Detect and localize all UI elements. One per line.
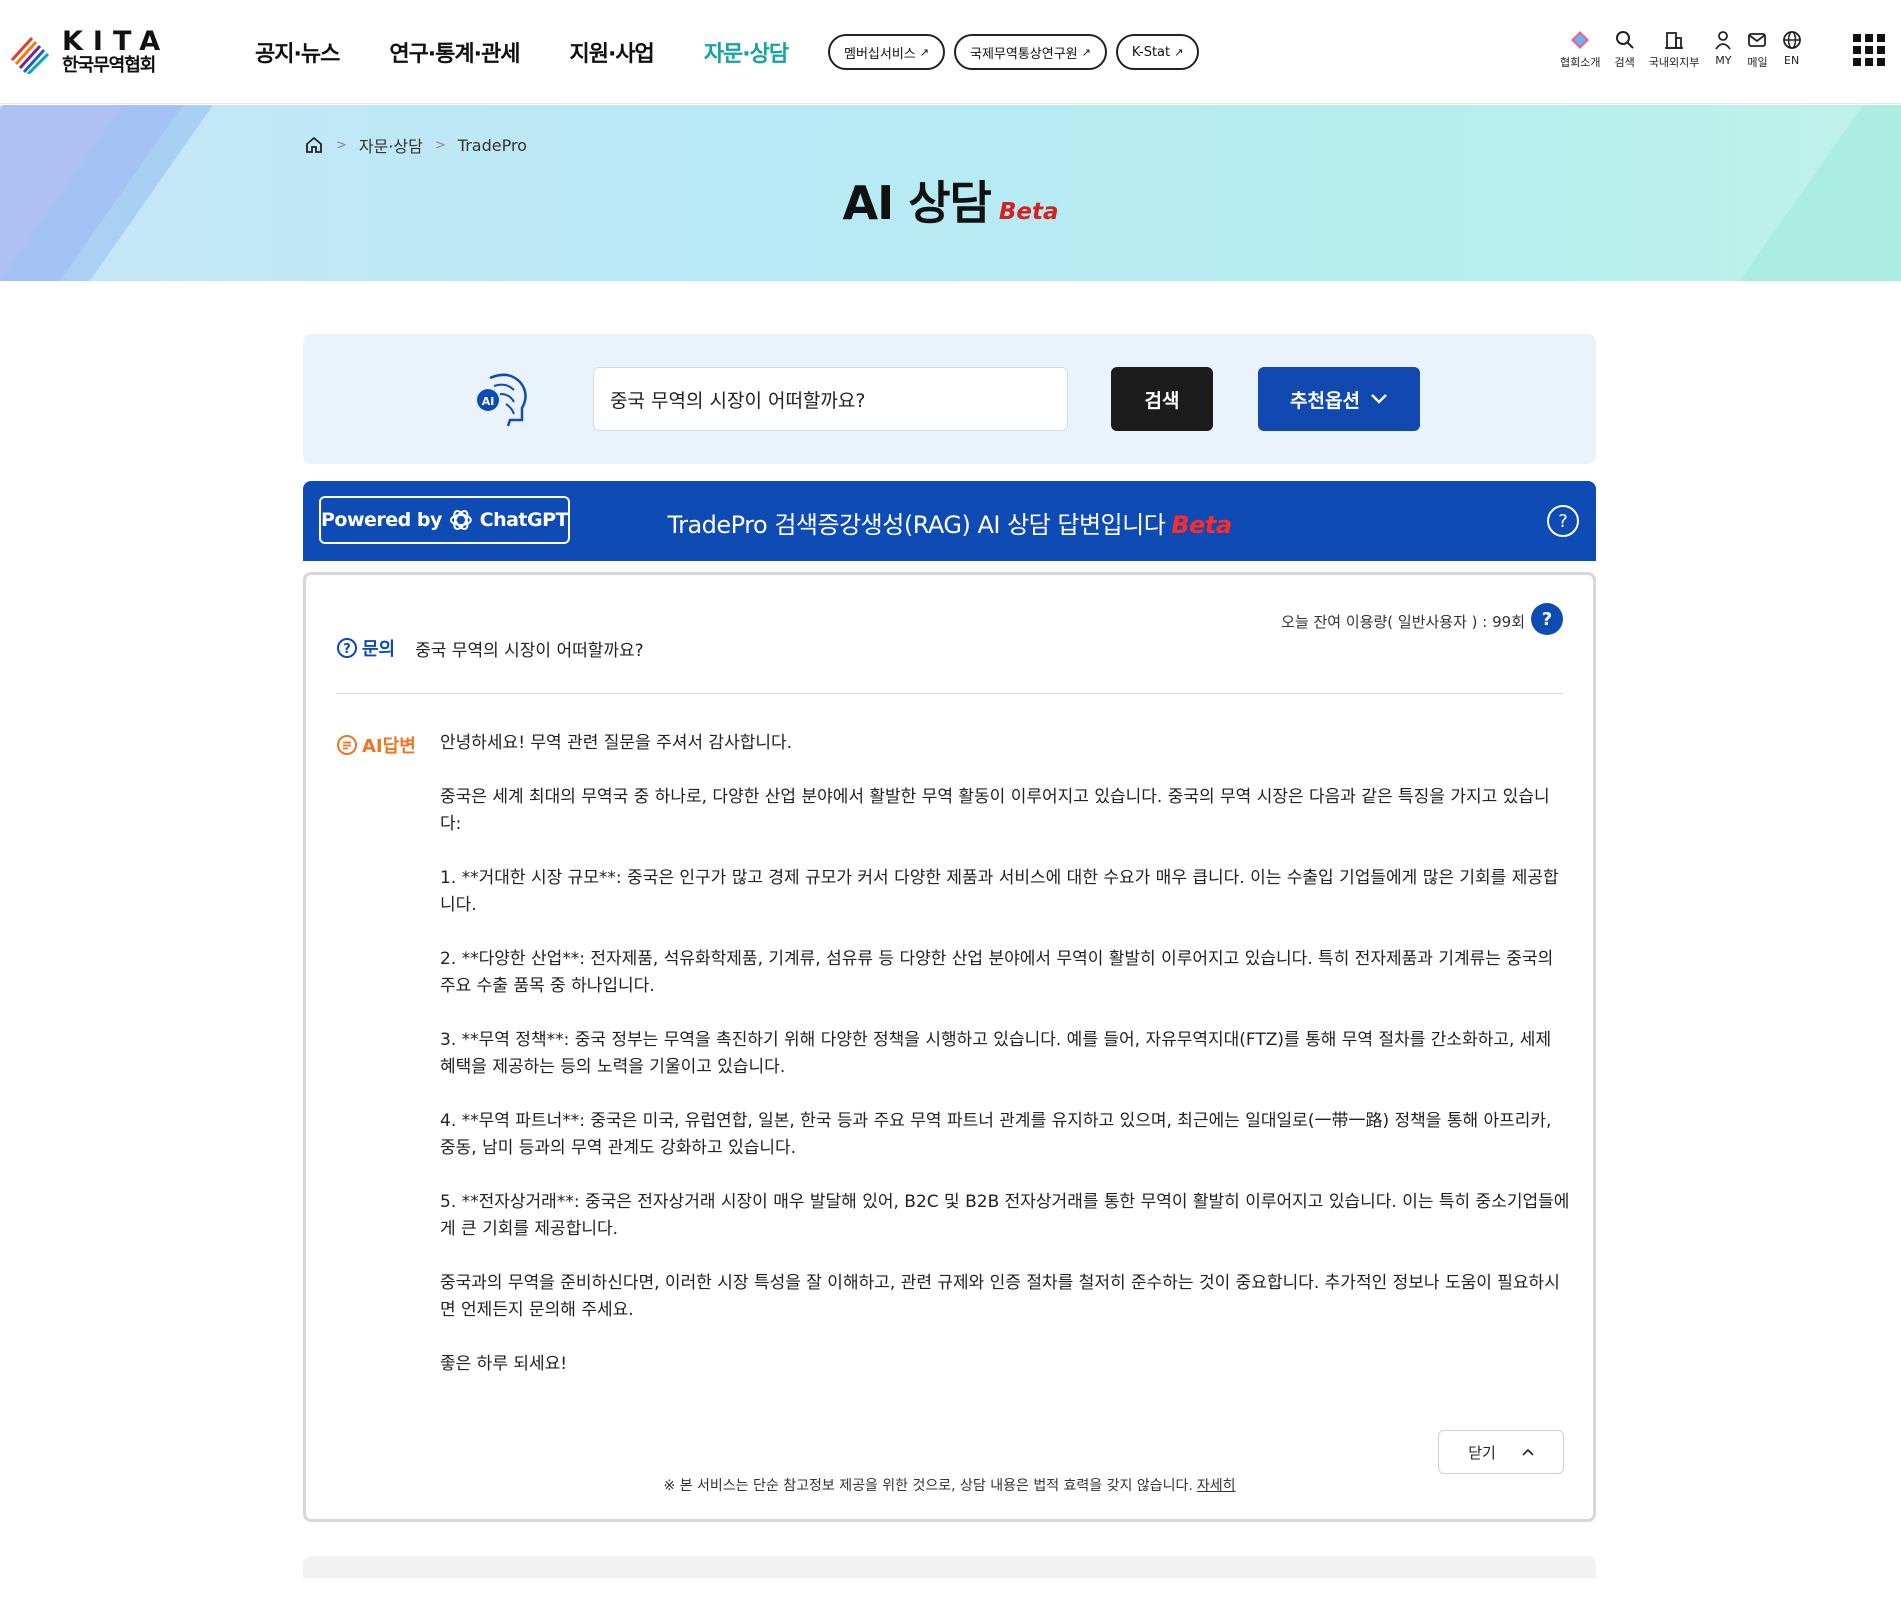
ai-search-panel: AI 검색 추천옵션 [303, 334, 1596, 464]
answer-paragraph: 중국과의 무역을 준비하신다면, 이러한 시장 특성을 잘 이해하고, 관련 규… [440, 1273, 1560, 1320]
util-my-label: MY [1715, 54, 1732, 67]
util-mail-label: 메일 [1747, 56, 1768, 69]
main-navigation: 공지·뉴스 연구·통계·관세 지원·사업 자문·상담 [255, 36, 789, 68]
answer-paragraph: 5. **전자상거래**: 중국은 전자상거래 시장이 매우 발달해 있어, B… [440, 1192, 1570, 1239]
search-button-label: 검색 [1144, 389, 1180, 412]
util-mail[interactable]: 메일 [1747, 30, 1768, 70]
answer-paragraph: 좋은 하루 되세요! [440, 1354, 568, 1374]
breadcrumb-separator-icon: > [434, 137, 446, 153]
globe-icon [1782, 31, 1801, 49]
kita-logo-mark-icon [10, 36, 50, 74]
kita-diamond-icon [1571, 31, 1590, 49]
util-about-label: 협회소개 [1560, 56, 1601, 69]
nav-research-stats[interactable]: 연구·통계·관세 [389, 36, 520, 68]
breadcrumb-separator-icon: > [336, 137, 347, 153]
user-icon [1715, 31, 1732, 50]
mail-icon [1748, 33, 1767, 47]
banner-title-text: TradePro 검색증강생성(RAG) AI 상담 답변입니다 [667, 511, 1166, 539]
breadcrumb-consulting[interactable]: 자문·상담 [359, 133, 423, 157]
usage-help-icon[interactable]: ? [1531, 603, 1563, 635]
svg-text:AI: AI [482, 395, 495, 408]
ai-brain-icon: AI [477, 373, 527, 427]
util-branches-label: 국내외지부 [1648, 56, 1700, 69]
banner-beta-badge: Beta [1171, 511, 1232, 539]
question-circle-icon: ? [337, 638, 357, 658]
ai-answer-box: 오늘 잔여 이용량( 일반사용자 ) : 99회 ? ? 문의 중국 무역의 시… [303, 572, 1596, 1522]
site-header: KITA 한국무역협회 공지·뉴스 연구·통계·관세 지원·사업 자문·상담 멤… [0, 0, 1901, 104]
recommend-options-button[interactable]: 추천옵션 [1258, 367, 1420, 431]
external-arrow-icon: ↗ [919, 45, 929, 59]
answer-paragraph: 3. **무역 정책**: 중국 정부는 무역을 촉진하기 위해 다양한 정책을… [440, 1030, 1552, 1077]
util-search[interactable]: 검색 [1614, 30, 1635, 70]
external-links: 멤버십서비스 ↗ 국제무역통상연구원 ↗ K-Stat ↗ [828, 34, 1200, 70]
answer-paragraph: 2. **다양한 산업**: 전자제품, 석유화학제품, 기계류, 섬유류 등 … [440, 949, 1554, 996]
trade-institute-label: 국제무역통상연구원 [969, 46, 1078, 62]
next-section-edge [303, 1556, 1596, 1578]
recommend-options-label: 추천옵션 [1290, 389, 1360, 412]
speech-bubble-icon [337, 735, 357, 755]
disclaimer-text: ※ 본 서비스는 단순 참고정보 제공을 위한 것으로, 상담 내용은 법적 효… [663, 1478, 1193, 1494]
breadcrumb-tradepro[interactable]: TradePro [458, 136, 527, 155]
ai-answer-label-text: AI답변 [362, 736, 416, 757]
all-menu-grid-icon[interactable] [1853, 34, 1885, 66]
kstat-label: K-Stat [1131, 44, 1171, 60]
membership-service-link[interactable]: 멤버십서비스 ↗ [828, 34, 945, 70]
banner-help-icon[interactable]: ? [1547, 505, 1579, 537]
question-label-text: 문의 [362, 639, 396, 660]
answer-paragraph: 중국은 세계 최대의 무역국 중 하나로, 다양한 산업 분야에서 활발한 무역… [440, 787, 1550, 834]
home-icon[interactable] [304, 135, 324, 155]
logo-kita-text: KITA [62, 26, 171, 57]
question-label: ? 문의 [336, 635, 395, 661]
answer-paragraph: 4. **무역 파트너**: 중국은 미국, 유럽연합, 일본, 한국 등과 주… [440, 1111, 1552, 1158]
answer-paragraph: 안녕하세요! 무역 관련 질문을 주셔서 감사합니다. [440, 733, 793, 753]
util-english-label: EN [1784, 54, 1800, 67]
external-arrow-icon: ↗ [1081, 45, 1091, 59]
page-title: AI 상담 Beta [0, 167, 1901, 233]
utility-menu: 협회소개 검색 국내외지부 MY 메일 EN [1560, 30, 1802, 70]
kita-logo[interactable]: KITA 한국무역협회 [10, 28, 170, 75]
question-answer-divider [336, 693, 1563, 694]
ai-answer-label: AI답변 [336, 732, 416, 758]
kstat-link[interactable]: K-Stat ↗ [1115, 34, 1200, 70]
disclaimer: ※ 본 서비스는 단순 참고정보 제공을 위한 것으로, 상담 내용은 법적 효… [306, 1475, 1593, 1495]
beta-badge: Beta [998, 199, 1059, 225]
util-about[interactable]: 협회소개 [1560, 30, 1600, 70]
chevron-down-icon [1371, 394, 1387, 404]
nav-support-business[interactable]: 지원·사업 [569, 36, 654, 68]
close-answer-button[interactable]: 닫기 [1438, 1430, 1564, 1474]
util-my[interactable]: MY [1713, 30, 1733, 70]
disclaimer-details-link[interactable]: 자세히 [1197, 1478, 1236, 1494]
util-english[interactable]: EN [1782, 30, 1802, 70]
logo-korean-text: 한국무역협회 [62, 55, 156, 76]
nav-consulting[interactable]: 자문·상담 [704, 36, 789, 68]
ai-question-input[interactable] [593, 367, 1068, 431]
trade-institute-link[interactable]: 국제무역통상연구원 ↗ [953, 34, 1107, 70]
search-button[interactable]: 검색 [1111, 367, 1213, 431]
svg-text:?: ? [343, 642, 351, 657]
rag-answer-banner: Powered by ChatGPT TradePro 검색증강생성(RAG) … [303, 481, 1596, 561]
question-text: 중국 무역의 시장이 어떠할까요? [415, 640, 644, 661]
remaining-usage-text: 오늘 잔여 이용량( 일반사용자 ) : 99회 [1281, 613, 1525, 631]
banner-title: TradePro 검색증강생성(RAG) AI 상담 답변입니다 Beta [303, 505, 1596, 540]
util-search-label: 검색 [1614, 56, 1635, 69]
chevron-up-icon [1522, 1448, 1534, 1456]
page-title-text: AI 상담 [842, 176, 991, 230]
membership-service-label: 멤버십서비스 [844, 46, 916, 62]
answer-paragraph: 1. **거대한 시장 규모**: 중국은 인구가 많고 경제 규모가 커서 다… [440, 868, 1559, 915]
external-arrow-icon: ↗ [1174, 45, 1184, 59]
page-hero: > 자문·상담 > TradePro AI 상담 Beta [0, 105, 1901, 281]
search-icon [1615, 31, 1634, 49]
close-answer-label: 닫기 [1468, 1443, 1496, 1462]
question-row: ? 문의 중국 무역의 시장이 어떠할까요? [336, 635, 644, 661]
breadcrumb: > 자문·상담 > TradePro [304, 133, 527, 157]
building-icon [1665, 32, 1684, 49]
nav-notice-news[interactable]: 공지·뉴스 [255, 36, 340, 68]
ai-answer-body: 안녕하세요! 무역 관련 질문을 주셔서 감사합니다. 중국은 세계 최대의 무… [440, 730, 1570, 1405]
util-branches[interactable]: 국내외지부 [1648, 30, 1700, 70]
